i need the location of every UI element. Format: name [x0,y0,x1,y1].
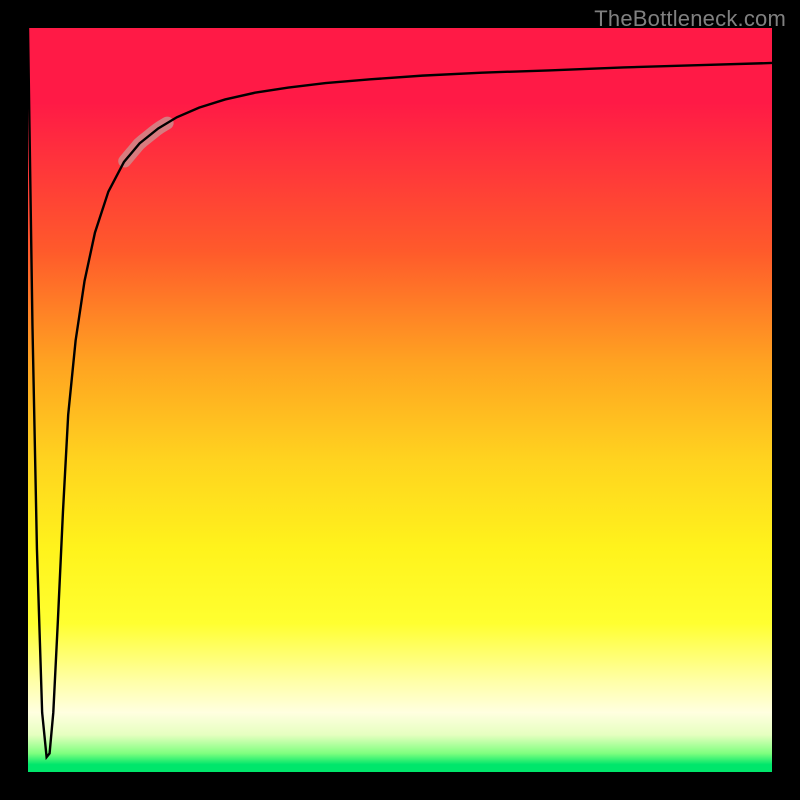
curve-highlight-segment [125,123,167,161]
curve-layer [28,28,772,772]
watermark-text: TheBottleneck.com [594,6,786,32]
plot-area [28,28,772,772]
chart-frame: TheBottleneck.com [0,0,800,800]
